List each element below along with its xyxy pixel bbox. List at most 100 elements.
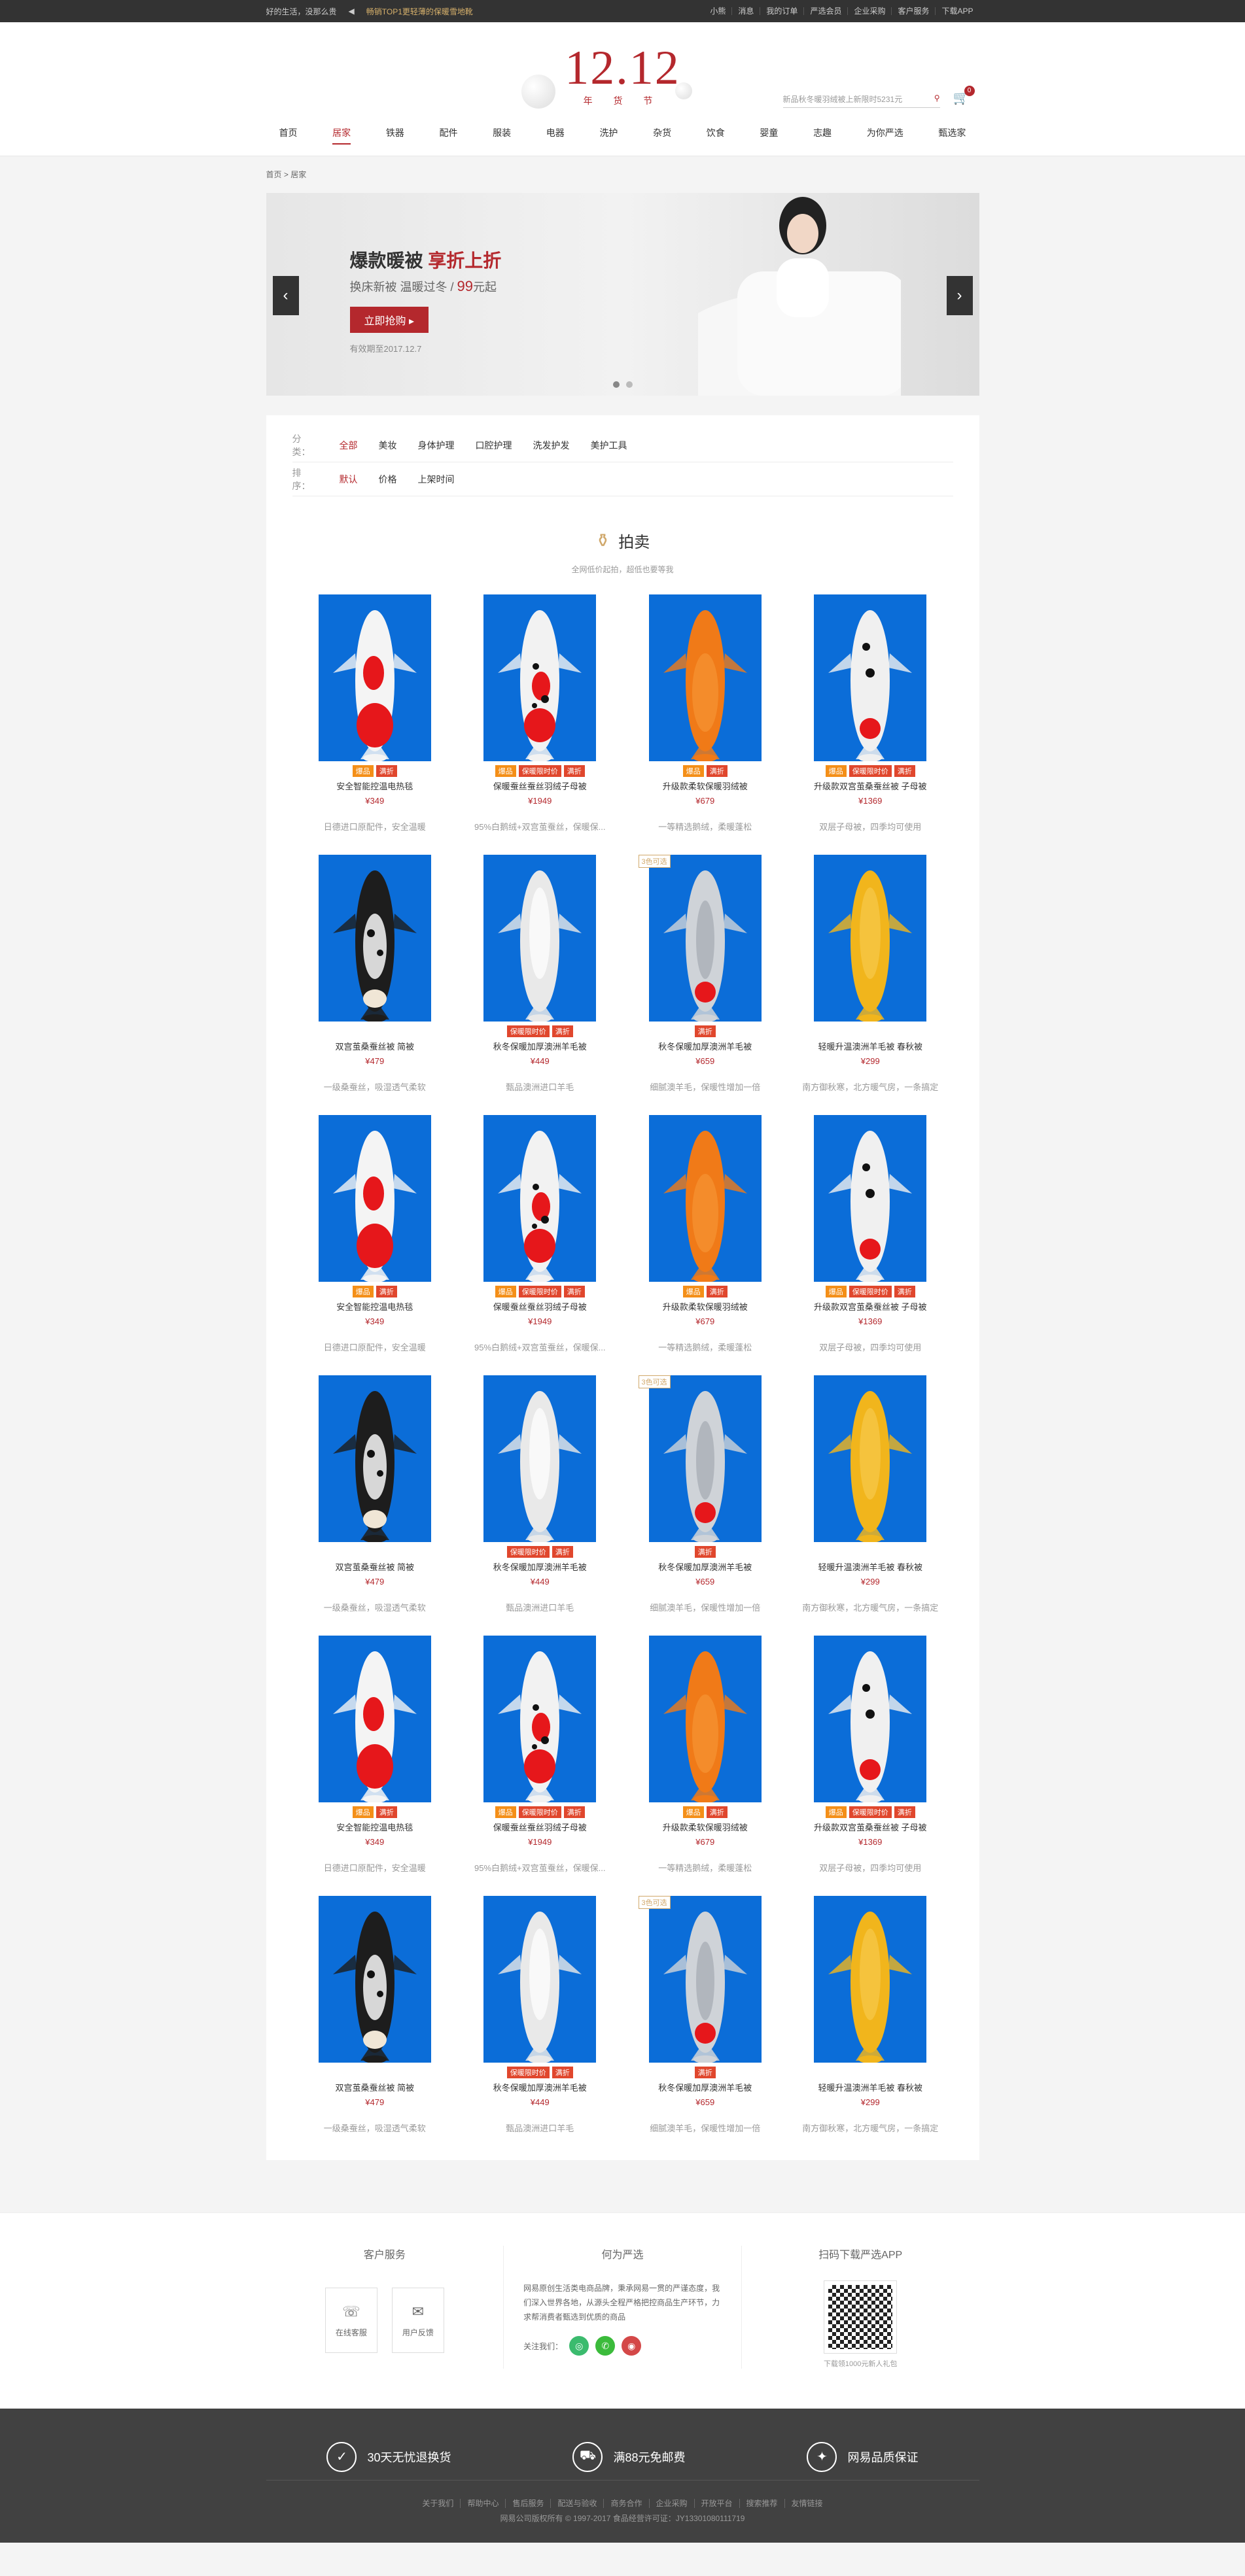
product-image[interactable] xyxy=(814,1896,927,2063)
product-image[interactable] xyxy=(483,1636,597,1802)
product-card[interactable]: 保暖限时价 满折 秋冬保暖加厚澳洲羊毛被 ¥449 甄品澳洲进口羊毛 xyxy=(457,1896,623,2134)
product-image[interactable] xyxy=(318,1115,431,1282)
product-name[interactable]: 升级款双宫茧桑蚕丝被 子母被 xyxy=(788,780,953,792)
product-image[interactable] xyxy=(648,1115,762,1282)
product-card[interactable]: 爆品 满折 升级款柔软保暖羽绒被 ¥679 一等精选鹅绒，柔暖蓬松 xyxy=(623,594,788,833)
product-name[interactable]: 轻暖升温澳洲羊毛被 春秋被 xyxy=(788,1560,953,1573)
product-image[interactable] xyxy=(648,1375,762,1542)
breadcrumb-home[interactable]: 首页 xyxy=(266,170,282,179)
product-image[interactable] xyxy=(318,1375,431,1542)
product-card[interactable]: 爆品 保暖限时价 满折 升级款双宫茧桑蚕丝被 子母被 ¥1369 双层子母被，四季均可使用 xyxy=(788,594,953,833)
search-input[interactable]: 新品秋冬暖羽绒被上新限时5231元 ⚲ xyxy=(782,91,940,108)
product-card[interactable]: 3色可选 满折 秋冬保暖加厚澳洲羊毛被 ¥659 细腻澳羊毛，保暖性增加一倍 xyxy=(623,1375,788,1613)
nav-item[interactable]: 为你严选 xyxy=(867,126,903,145)
footer-link[interactable]: 售后服务 xyxy=(505,2499,551,2508)
product-name[interactable]: 安全智能控温电热毯 xyxy=(292,1821,458,1833)
product-card[interactable]: 爆品 保暖限时价 满折 保暖蚕丝蚕丝羽绒子母被 ¥1949 95%白鹅绒+双宫茧蚕丝，保暖… xyxy=(457,594,623,833)
banner-dot[interactable] xyxy=(612,381,620,388)
product-name[interactable]: 双宫茧桑蚕丝被 简被 xyxy=(292,1560,458,1573)
category-option[interactable]: 身体护理 xyxy=(418,439,455,452)
nav-item[interactable]: 居家 xyxy=(332,126,351,145)
category-option[interactable]: 口腔护理 xyxy=(476,439,512,452)
footer-link[interactable]: 商务合作 xyxy=(603,2499,649,2508)
product-image[interactable] xyxy=(814,1375,927,1542)
nav-item[interactable]: 杂货 xyxy=(653,126,671,145)
yixin-icon[interactable]: ◎ xyxy=(569,2336,589,2356)
footer-link[interactable]: 友情链接 xyxy=(784,2499,830,2508)
nav-item[interactable]: 洗护 xyxy=(599,126,618,145)
nav-item[interactable]: 铁器 xyxy=(386,126,404,145)
promo-link[interactable]: 畅销TOP1更轻薄的保暖雪地靴 xyxy=(366,6,473,17)
product-name[interactable]: 安全智能控温电热毯 xyxy=(292,1300,458,1313)
weibo-icon[interactable]: ◉ xyxy=(622,2336,642,2356)
product-name[interactable]: 升级款双宫茧桑蚕丝被 子母被 xyxy=(788,1821,953,1833)
product-name[interactable]: 秋冬保暖加厚澳洲羊毛被 xyxy=(457,1560,623,1573)
topbar-link[interactable]: 严选会员 xyxy=(803,7,847,15)
category-option[interactable]: 全部 xyxy=(340,439,358,452)
product-name[interactable]: 保暖蚕丝蚕丝羽绒子母被 xyxy=(457,1300,623,1313)
product-name[interactable]: 秋冬保暖加厚澳洲羊毛被 xyxy=(457,2081,623,2093)
product-image[interactable] xyxy=(648,855,762,1022)
nav-item[interactable]: 首页 xyxy=(279,126,298,145)
product-image[interactable] xyxy=(648,594,762,761)
footer-link[interactable]: 配送与验收 xyxy=(550,2499,604,2508)
footer-link[interactable]: 关于我们 xyxy=(415,2499,460,2508)
product-image[interactable] xyxy=(814,594,927,761)
product-name[interactable]: 升级款柔软保暖羽绒被 xyxy=(623,780,788,792)
category-option[interactable]: 美妆 xyxy=(379,439,397,452)
product-card[interactable]: 爆品 保暖限时价 满折 升级款双宫茧桑蚕丝被 子母被 ¥1369 双层子母被，四季均可使用 xyxy=(788,1636,953,1874)
nav-item[interactable]: 志趣 xyxy=(813,126,832,145)
product-card[interactable]: 爆品 满折 升级款柔软保暖羽绒被 ¥679 一等精选鹅绒，柔暖蓬松 xyxy=(623,1636,788,1874)
topbar-link[interactable]: 客户服务 xyxy=(891,7,935,15)
banner-next-button[interactable]: › xyxy=(946,276,973,315)
product-name[interactable]: 安全智能控温电热毯 xyxy=(292,780,458,792)
product-image[interactable] xyxy=(648,1896,762,2063)
nav-item[interactable]: 饮食 xyxy=(707,126,725,145)
product-card[interactable]: 爆品 保暖限时价 满折 保暖蚕丝蚕丝羽绒子母被 ¥1949 95%白鹅绒+双宫茧蚕丝，保暖… xyxy=(457,1115,623,1353)
product-image[interactable] xyxy=(648,1636,762,1802)
sort-option[interactable]: 上架时间 xyxy=(418,473,455,486)
product-image[interactable] xyxy=(318,855,431,1022)
product-name[interactable]: 保暖蚕丝蚕丝羽绒子母被 xyxy=(457,780,623,792)
topbar-link[interactable]: 下载APP xyxy=(935,7,979,15)
product-card[interactable]: 爆品 满折 安全智能控温电热毯 ¥349 日德进口原配件，安全温暖 xyxy=(292,1115,458,1353)
product-card[interactable]: 轻暖升温澳洲羊毛被 春秋被 ¥299 南方御秋寒，北方暖气房，一条搞定 xyxy=(788,1375,953,1613)
online-service-button[interactable]: ☏ 在线客服 xyxy=(324,2288,377,2353)
product-name[interactable]: 双宫茧桑蚕丝被 简被 xyxy=(292,1040,458,1052)
product-card[interactable]: 3色可选 满折 秋冬保暖加厚澳洲羊毛被 ¥659 细腻澳羊毛，保暖性增加一倍 xyxy=(623,1896,788,2134)
product-card[interactable]: 3色可选 满折 秋冬保暖加厚澳洲羊毛被 ¥659 细腻澳羊毛，保暖性增加一倍 xyxy=(623,855,788,1093)
footer-link[interactable]: 企业采购 xyxy=(648,2499,694,2508)
product-image[interactable] xyxy=(318,1636,431,1802)
product-name[interactable]: 升级款柔软保暖羽绒被 xyxy=(623,1821,788,1833)
wechat-icon[interactable]: ✆ xyxy=(595,2336,616,2356)
banner-prev-button[interactable]: ‹ xyxy=(272,276,299,315)
category-option[interactable]: 洗发护发 xyxy=(533,439,570,452)
product-image[interactable] xyxy=(318,594,431,761)
nav-item[interactable]: 婴童 xyxy=(760,126,778,145)
product-card[interactable]: 轻暖升温澳洲羊毛被 春秋被 ¥299 南方御秋寒，北方暖气房，一条搞定 xyxy=(788,1896,953,2134)
product-name[interactable]: 秋冬保暖加厚澳洲羊毛被 xyxy=(623,1040,788,1052)
nav-item[interactable]: 甄选家 xyxy=(938,126,966,145)
product-name[interactable]: 双宫茧桑蚕丝被 简被 xyxy=(292,2081,458,2093)
logo[interactable]: 12.12 年 货 节 xyxy=(565,42,680,107)
nav-item[interactable]: 服装 xyxy=(493,126,511,145)
product-name[interactable]: 轻暖升温澳洲羊毛被 春秋被 xyxy=(788,1040,953,1052)
product-card[interactable]: 双宫茧桑蚕丝被 简被 ¥479 一级桑蚕丝，吸湿透气柔软 xyxy=(292,1375,458,1613)
topbar-link[interactable]: 企业采购 xyxy=(847,7,891,15)
product-name[interactable]: 轻暖升温澳洲羊毛被 春秋被 xyxy=(788,2081,953,2093)
product-image[interactable] xyxy=(483,594,597,761)
product-image[interactable] xyxy=(318,1896,431,2063)
topbar-link[interactable]: 小熊 xyxy=(704,7,731,15)
product-image[interactable] xyxy=(483,1115,597,1282)
feedback-button[interactable]: ✉ 用户反馈 xyxy=(391,2288,444,2353)
footer-link[interactable]: 帮助中心 xyxy=(460,2499,506,2508)
product-card[interactable]: 爆品 满折 安全智能控温电热毯 ¥349 日德进口原配件，安全温暖 xyxy=(292,594,458,833)
product-card[interactable]: 爆品 保暖限时价 满折 升级款双宫茧桑蚕丝被 子母被 ¥1369 双层子母被，四季均可使用 xyxy=(788,1115,953,1353)
footer-link[interactable]: 开放平台 xyxy=(693,2499,739,2508)
product-name[interactable]: 秋冬保暖加厚澳洲羊毛被 xyxy=(623,2081,788,2093)
product-image[interactable] xyxy=(483,1896,597,2063)
banner-dot[interactable] xyxy=(625,381,633,388)
product-name[interactable]: 升级款双宫茧桑蚕丝被 子母被 xyxy=(788,1300,953,1313)
product-card[interactable]: 轻暖升温澳洲羊毛被 春秋被 ¥299 南方御秋寒，北方暖气房，一条搞定 xyxy=(788,855,953,1093)
sort-option[interactable]: 价格 xyxy=(379,473,397,486)
